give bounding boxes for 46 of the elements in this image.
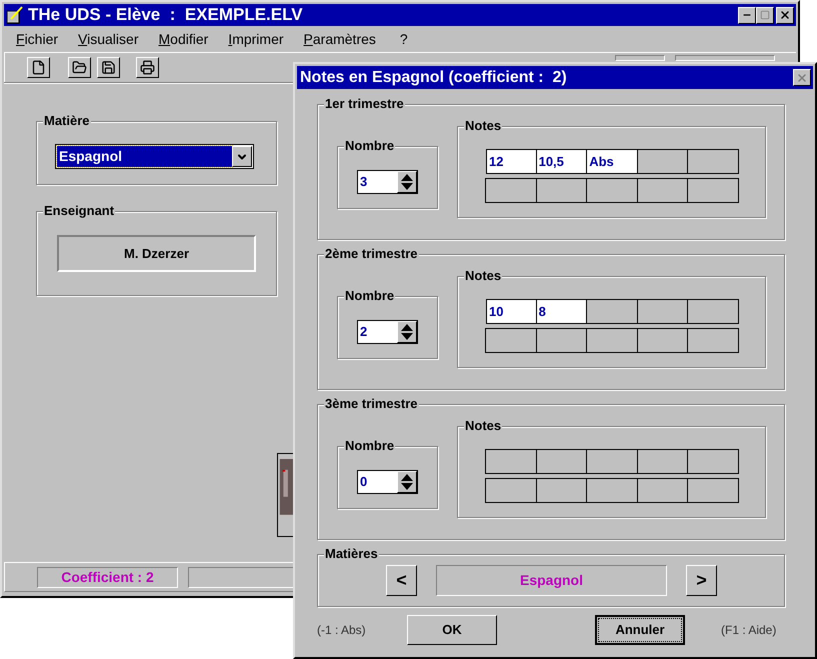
absence-hint: (-1 : Abs)	[317, 622, 367, 639]
window-title: THe UDS - Elève : EXEMPLE.ELV	[28, 4, 304, 26]
close-icon	[779, 9, 791, 21]
subject-dropdown[interactable]: Espagnol	[55, 144, 254, 169]
grade-cell[interactable]: 10,5	[536, 149, 588, 174]
maximize-icon	[760, 10, 770, 20]
menu-item[interactable]: Imprimer	[228, 28, 284, 50]
group-label: Enseignant	[43, 203, 116, 219]
spin-field[interactable]: 2	[357, 320, 418, 344]
coefficient-field: Coefficient : 2	[37, 566, 178, 588]
status-field	[615, 55, 665, 61]
app-icon	[6, 6, 24, 24]
close-button[interactable]	[793, 69, 811, 86]
spin-field[interactable]: 3	[357, 170, 418, 194]
print-button[interactable]	[136, 57, 159, 78]
previous-button[interactable]: <	[386, 565, 417, 596]
menu-item[interactable]: Paramètres	[304, 28, 376, 50]
ok-button[interactable]: OK	[407, 615, 497, 645]
help-hint: (F1 : Aide)	[721, 622, 776, 639]
close-icon	[796, 72, 808, 84]
menu-item[interactable]: Fichier	[16, 28, 58, 50]
menu-item[interactable]: Modifier	[158, 28, 208, 50]
spin-field[interactable]: 0	[357, 470, 418, 494]
folder-icon	[72, 60, 87, 75]
close-button[interactable]	[776, 6, 794, 24]
open-folder-button[interactable]	[68, 57, 91, 78]
menu-item[interactable]: Visualiser	[78, 28, 138, 50]
teacher-name: M. Dzerzer	[57, 235, 256, 272]
cancel-button[interactable]: Annuler	[595, 615, 685, 645]
spin-arrows-icon[interactable]	[397, 470, 417, 492]
next-button[interactable]: >	[686, 565, 717, 596]
current-subject: Espagnol	[436, 565, 667, 596]
save-button[interactable]	[97, 57, 120, 78]
file-icon	[31, 60, 46, 75]
grade-cell[interactable]: 8	[536, 299, 588, 324]
grade-cell[interactable]: Abs	[586, 149, 638, 174]
menu-item[interactable]: ?	[396, 28, 408, 50]
grade-cell[interactable]: 12	[486, 149, 537, 174]
dialog-title: Notes en Espagnol (coefficient : 2)	[300, 68, 568, 88]
spin-arrows-icon[interactable]	[397, 170, 417, 192]
minimize-button[interactable]	[738, 6, 756, 24]
grade-cell[interactable]: 10	[486, 299, 537, 324]
new-file-button[interactable]	[27, 57, 50, 78]
spin-arrows-icon[interactable]	[397, 320, 417, 342]
printer-icon	[140, 60, 155, 75]
maximize-button[interactable]	[756, 6, 774, 24]
